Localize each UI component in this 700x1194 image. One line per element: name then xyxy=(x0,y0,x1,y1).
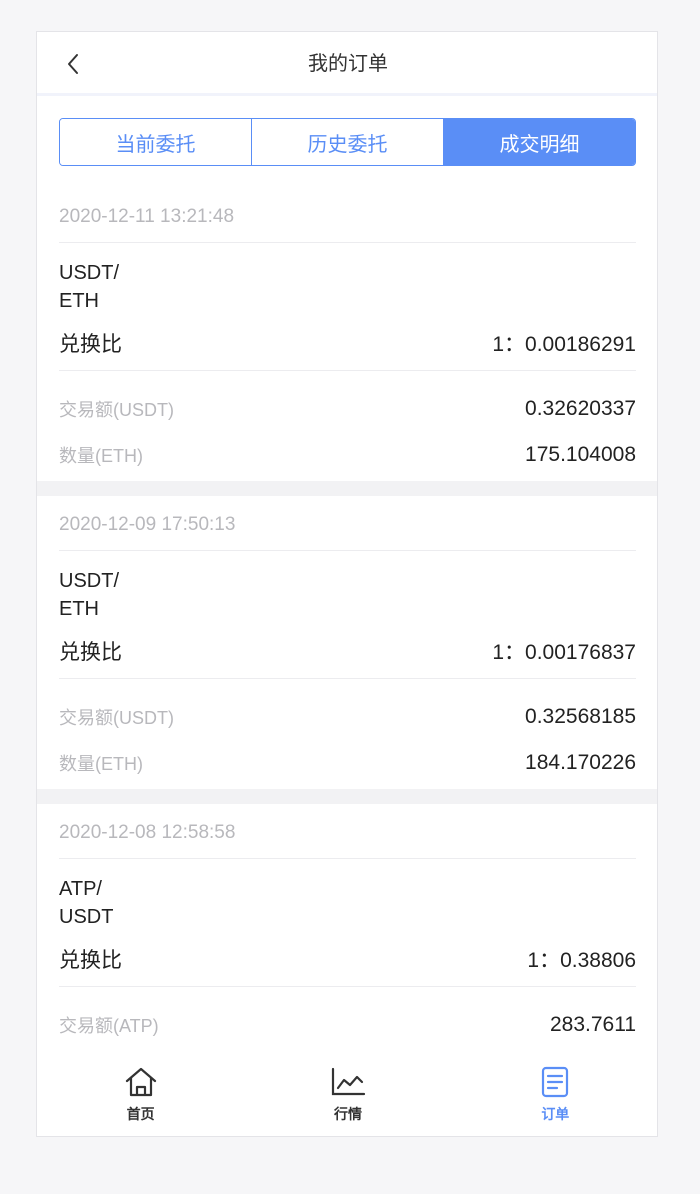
rate-value: 1：0.00176837 xyxy=(492,640,636,664)
chart-line-icon xyxy=(330,1066,366,1098)
order-card[interactable]: 2020-12-08 12:58:58 ATP/ USDT 兑换比 1：0.38… xyxy=(37,804,657,1049)
pair-quote: USDT xyxy=(59,906,114,928)
rate-value: 1：0.00186291 xyxy=(492,332,636,356)
trade-amount-value: 283.7611 xyxy=(549,1013,636,1036)
tab-current-orders[interactable]: 当前委托 xyxy=(60,119,251,165)
document-icon xyxy=(537,1066,573,1098)
quantity-value: 175.104008 xyxy=(525,443,636,466)
app-screen: 我的订单 当前委托 历史委托 成交明细 2020-12-11 13:21:48 … xyxy=(36,31,658,1137)
card-divider xyxy=(37,481,657,496)
pair-base: USDT/ xyxy=(59,262,119,284)
exchange-rate-row: 兑换比 1：0.00186291 xyxy=(59,315,636,371)
card-divider xyxy=(37,789,657,804)
quantity-value: 184.170226 xyxy=(525,751,636,774)
bottom-tab-bar: 首页 行情 订单 xyxy=(37,1056,657,1136)
order-card[interactable]: 2020-12-11 13:21:48 USDT/ ETH 兑换比 1：0.00… xyxy=(37,188,657,481)
order-list: 2020-12-11 13:21:48 USDT/ ETH 兑换比 1：0.00… xyxy=(37,188,657,1049)
trade-amount-label: 交易额(ATP) xyxy=(59,1016,159,1036)
home-icon xyxy=(123,1066,159,1098)
tabbar-item-market[interactable]: 行情 xyxy=(244,1056,451,1136)
rate-label: 兑换比 xyxy=(59,640,122,664)
trade-amount-label: 交易额(USDT) xyxy=(59,708,174,728)
pair-quote: ETH xyxy=(59,290,99,312)
trade-amount-row: 交易额(USDT) 0.32620337 xyxy=(59,371,636,433)
trade-amount-value: 0.32568185 xyxy=(525,705,636,728)
pair-base: ATP/ xyxy=(59,878,102,900)
trading-pair: ATP/ USDT xyxy=(59,859,636,931)
top-nav-bar: 我的订单 xyxy=(37,32,657,96)
order-card[interactable]: 2020-12-09 17:50:13 USDT/ ETH 兑换比 1：0.00… xyxy=(37,496,657,789)
order-date: 2020-12-09 17:50:13 xyxy=(59,496,636,551)
quantity-label: 数量(ETH) xyxy=(59,754,143,774)
order-date: 2020-12-11 13:21:48 xyxy=(59,188,636,243)
trading-pair: USDT/ ETH xyxy=(59,551,636,623)
tabbar-label: 行情 xyxy=(333,1106,362,1122)
tabbar-item-orders[interactable]: 订单 xyxy=(452,1056,657,1136)
quantity-label: 数量(ETH) xyxy=(59,446,143,466)
exchange-rate-row: 兑换比 1：0.00176837 xyxy=(59,623,636,679)
trade-amount-value: 0.32620337 xyxy=(525,397,636,420)
tab-trade-details[interactable]: 成交明细 xyxy=(443,119,635,165)
tabbar-item-home[interactable]: 首页 xyxy=(37,1056,244,1136)
quantity-row: 数量(ETH) 184.170226 xyxy=(59,741,636,789)
order-tabs: 当前委托 历史委托 成交明细 xyxy=(59,118,636,166)
pair-quote: ETH xyxy=(59,598,99,620)
tabbar-label: 首页 xyxy=(126,1106,155,1122)
trade-amount-row: 交易额(USDT) 0.32568185 xyxy=(59,679,636,741)
trading-pair: USDT/ ETH xyxy=(59,243,636,315)
order-date: 2020-12-08 12:58:58 xyxy=(59,804,636,859)
exchange-rate-row: 兑换比 1：0.38806 xyxy=(59,931,636,987)
trade-amount-label: 交易额(USDT) xyxy=(59,400,174,420)
tabbar-label: 订单 xyxy=(541,1106,570,1122)
trade-amount-row: 交易额(ATP) 283.7611 xyxy=(59,987,636,1049)
tab-history-orders[interactable]: 历史委托 xyxy=(251,119,443,165)
rate-label: 兑换比 xyxy=(59,948,122,972)
pair-base: USDT/ xyxy=(59,570,119,592)
quantity-row: 数量(ETH) 175.104008 xyxy=(59,433,636,481)
rate-value: 1：0.38806 xyxy=(527,948,636,972)
page-title: 我的订单 xyxy=(308,53,388,75)
rate-label: 兑换比 xyxy=(59,332,122,356)
